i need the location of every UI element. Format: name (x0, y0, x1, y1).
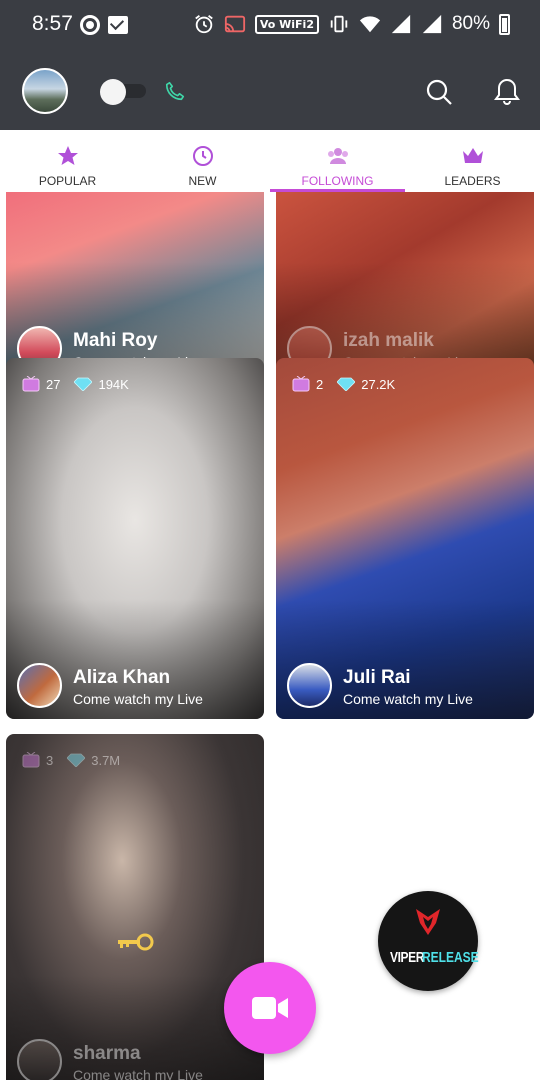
crown-icon (462, 148, 483, 163)
cast-icon (224, 15, 245, 33)
card-subtitle: Come watch my Live (343, 691, 473, 707)
user-name: Mahi Roy (73, 330, 158, 351)
wifi-icon (359, 16, 381, 33)
diamond-icon (67, 753, 86, 767)
tab-bar: POPULAR NEW FOLLOWING LEADERS (0, 130, 540, 192)
user-name: sharma (73, 1043, 141, 1064)
star-icon (57, 146, 78, 165)
user-name: Aliza Khan (73, 667, 171, 688)
alarm-icon (195, 15, 213, 34)
user-avatar (17, 663, 62, 708)
user-avatar (17, 1039, 62, 1080)
diamond-icon (74, 377, 93, 391)
battery-percent: 80% (451, 13, 490, 34)
live-card[interactable]: 2 27.2K Juli Rai Come watch my Live (276, 358, 534, 719)
user-name: izah malik (343, 330, 434, 351)
tab-following[interactable]: FOLLOWING (270, 130, 405, 192)
status-bar: 8:57 Vo WiFi2 80% (0, 0, 540, 52)
tab-new[interactable]: NEW (135, 130, 270, 192)
video-camera-icon (252, 997, 288, 1019)
viper-logo-icon (416, 909, 440, 935)
app-header (0, 52, 540, 130)
tab-label: FOLLOWING (301, 174, 374, 188)
status-time: 8:57 (32, 12, 73, 35)
tab-label: NEW (188, 174, 217, 188)
diamond-count: 194K (98, 376, 129, 392)
watermark-badge: VIPER RELEASE (378, 891, 479, 991)
battery-icon (499, 13, 510, 35)
mail-icon (108, 16, 128, 34)
viewer-count: 3 (46, 752, 54, 768)
bell-icon[interactable] (492, 76, 522, 106)
live-card[interactable]: 27 194K Aliza Khan Come watch my Live (6, 358, 264, 719)
watermark-word1: VIPER (390, 949, 425, 966)
search-icon[interactable] (425, 78, 453, 106)
watermark-word2: RELEASE (422, 949, 479, 966)
tab-popular[interactable]: POPULAR (0, 130, 135, 192)
diamond-count: 27.2K (361, 376, 396, 392)
profile-avatar[interactable] (22, 68, 68, 114)
go-live-button[interactable] (224, 962, 316, 1054)
phone-icon[interactable] (164, 80, 186, 102)
user-name: Juli Rai (343, 667, 411, 688)
card-stats: 3 3.7M (22, 752, 120, 768)
vowifi-label: Vo WiFi2 (254, 14, 319, 34)
user-avatar (287, 663, 332, 708)
diamond-count: 3.7M (91, 752, 121, 768)
vibrate-icon (330, 15, 348, 33)
tab-label: LEADERS (444, 174, 501, 188)
live-card[interactable]: izah malik Come watch my Live (276, 192, 534, 382)
card-stats: 27 194K (22, 376, 129, 392)
card-subtitle: Come watch my Live (73, 691, 203, 707)
key-icon (118, 933, 154, 951)
tv-icon (22, 752, 40, 768)
tab-leaders[interactable]: LEADERS (405, 130, 540, 192)
live-toggle[interactable] (100, 79, 146, 105)
tv-icon (22, 376, 40, 392)
card-subtitle: Come watch my Live (73, 1067, 203, 1080)
viewer-count: 27 (46, 376, 61, 392)
signal-icon (391, 14, 411, 34)
card-stats: 2 27.2K (292, 376, 395, 392)
record-icon (80, 15, 100, 35)
group-icon (327, 148, 348, 164)
live-card[interactable]: Mahi Roy Come watch my Live (6, 192, 264, 382)
viewer-count: 2 (316, 376, 324, 392)
tab-label: POPULAR (38, 174, 97, 188)
tv-icon (292, 376, 310, 392)
signal-2-icon (422, 14, 442, 34)
diamond-icon (337, 377, 356, 391)
clock-icon (192, 146, 213, 166)
live-card[interactable]: 3 3.7M sharma Come watch my Live (6, 734, 264, 1080)
